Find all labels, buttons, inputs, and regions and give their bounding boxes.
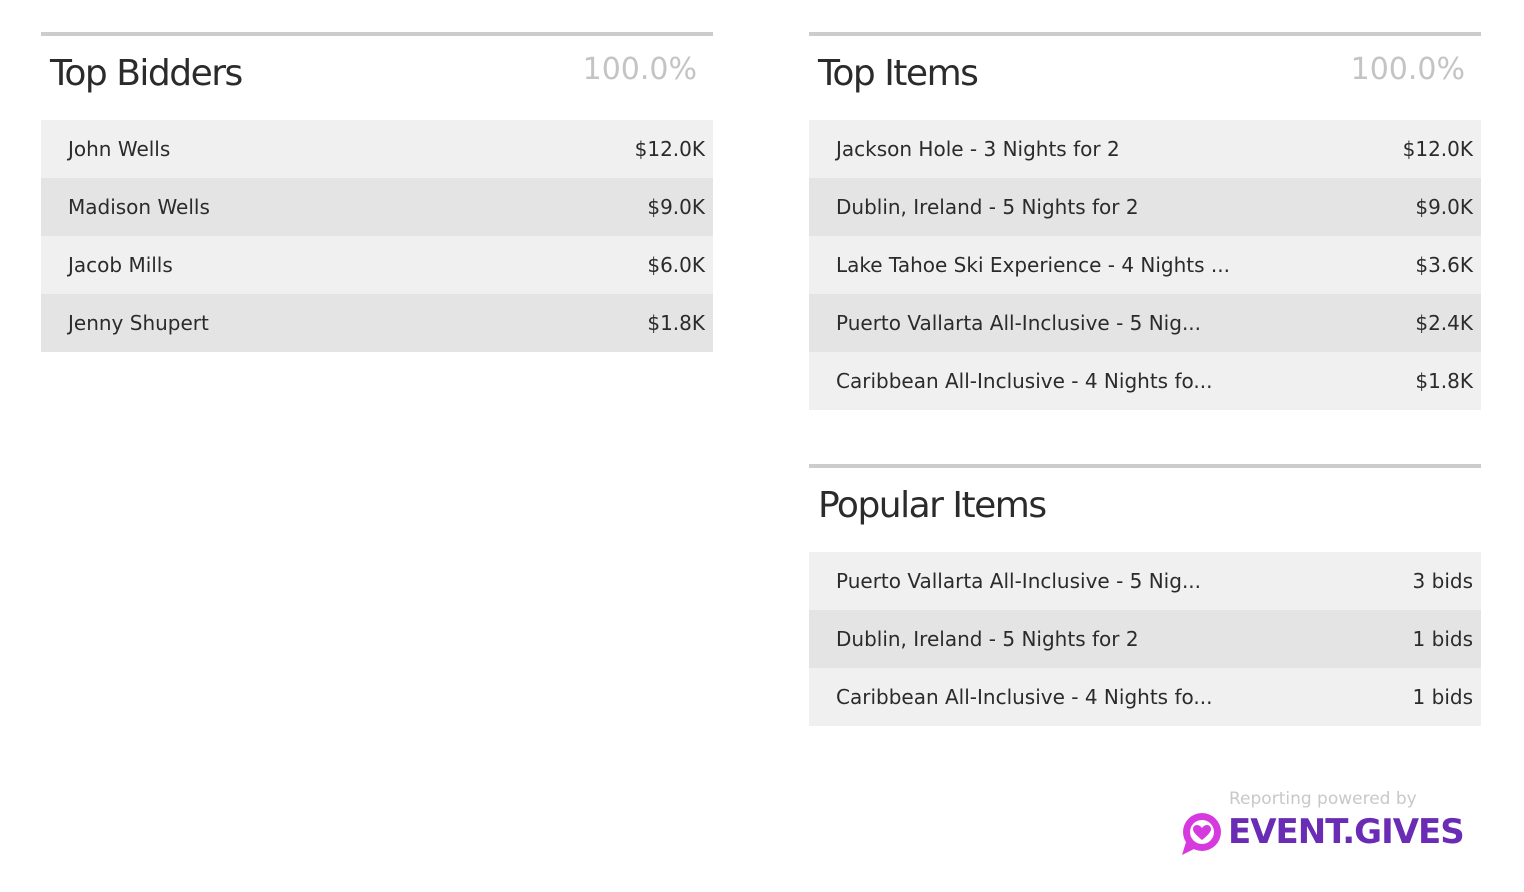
top-items-panel: Top Items 100.0% Jackson Hole - 3 Nights…	[809, 32, 1481, 410]
item-name: Dublin, Ireland - 5 Nights for 2	[836, 627, 1139, 651]
popular-items-panel: Popular Items Puerto Vallarta All-Inclus…	[809, 464, 1481, 726]
brand-name: EVENT.GIVES	[1228, 812, 1465, 852]
list-item[interactable]: Jenny Shupert $1.8K	[41, 294, 713, 352]
bidder-amount: $1.8K	[647, 311, 705, 335]
item-name: Dublin, Ireland - 5 Nights for 2	[836, 195, 1139, 219]
list-item[interactable]: Dublin, Ireland - 5 Nights for 2 1 bids	[809, 610, 1481, 668]
bidder-name: Madison Wells	[68, 195, 210, 219]
item-name: Lake Tahoe Ski Experience - 4 Nights ...	[836, 253, 1230, 277]
top-items-list: Jackson Hole - 3 Nights for 2 $12.0K Dub…	[809, 120, 1481, 410]
popular-items-list: Puerto Vallarta All-Inclusive - 5 Nig...…	[809, 552, 1481, 726]
bidder-amount: $12.0K	[634, 137, 705, 161]
bidder-amount: $9.0K	[647, 195, 705, 219]
item-name: Caribbean All-Inclusive - 4 Nights fo...	[836, 369, 1213, 393]
list-item[interactable]: Madison Wells $9.0K	[41, 178, 713, 236]
list-item[interactable]: Puerto Vallarta All-Inclusive - 5 Nig...…	[809, 294, 1481, 352]
bidder-name: Jenny Shupert	[68, 311, 209, 335]
bidder-name: Jacob Mills	[68, 253, 173, 277]
item-name: Puerto Vallarta All-Inclusive - 5 Nig...	[836, 311, 1202, 335]
top-items-title: Top Items	[818, 53, 979, 94]
top-bidders-list: John Wells $12.0K Madison Wells $9.0K Ja…	[41, 120, 713, 352]
item-amount: $12.0K	[1402, 137, 1473, 161]
top-items-header: Top Items 100.0%	[809, 36, 1481, 120]
item-amount: $2.4K	[1415, 311, 1473, 335]
top-bidders-title: Top Bidders	[50, 53, 243, 94]
item-name: Puerto Vallarta All-Inclusive - 5 Nig...	[836, 569, 1202, 593]
brand-footer[interactable]: Reporting powered by EVENT.GIVES	[1180, 788, 1470, 858]
top-items-percent: 100.0%	[1350, 52, 1465, 87]
bid-count: 1 bids	[1412, 685, 1473, 709]
item-name: Caribbean All-Inclusive - 4 Nights fo...	[836, 685, 1213, 709]
top-bidders-header: Top Bidders 100.0%	[41, 36, 713, 120]
list-item[interactable]: Jackson Hole - 3 Nights for 2 $12.0K	[809, 120, 1481, 178]
popular-items-title: Popular Items	[818, 485, 1047, 526]
bid-count: 1 bids	[1412, 627, 1473, 651]
top-bidders-panel: Top Bidders 100.0% John Wells $12.0K Mad…	[41, 32, 713, 352]
brand-tagline: Reporting powered by	[1229, 789, 1417, 809]
heart-chat-bubble-icon	[1180, 812, 1224, 856]
list-item[interactable]: Caribbean All-Inclusive - 4 Nights fo...…	[809, 668, 1481, 726]
item-amount: $3.6K	[1415, 253, 1473, 277]
top-bidders-percent: 100.0%	[582, 52, 697, 87]
list-item[interactable]: Caribbean All-Inclusive - 4 Nights fo...…	[809, 352, 1481, 410]
bidder-name: John Wells	[68, 137, 171, 161]
item-amount: $9.0K	[1415, 195, 1473, 219]
list-item[interactable]: Puerto Vallarta All-Inclusive - 5 Nig...…	[809, 552, 1481, 610]
item-name: Jackson Hole - 3 Nights for 2	[836, 137, 1120, 161]
item-amount: $1.8K	[1415, 369, 1473, 393]
list-item[interactable]: Lake Tahoe Ski Experience - 4 Nights ...…	[809, 236, 1481, 294]
bid-count: 3 bids	[1412, 569, 1473, 593]
dashboard-page: Top Bidders 100.0% John Wells $12.0K Mad…	[0, 0, 1524, 892]
list-item[interactable]: John Wells $12.0K	[41, 120, 713, 178]
popular-items-header: Popular Items	[809, 468, 1481, 552]
bidder-amount: $6.0K	[647, 253, 705, 277]
list-item[interactable]: Dublin, Ireland - 5 Nights for 2 $9.0K	[809, 178, 1481, 236]
list-item[interactable]: Jacob Mills $6.0K	[41, 236, 713, 294]
